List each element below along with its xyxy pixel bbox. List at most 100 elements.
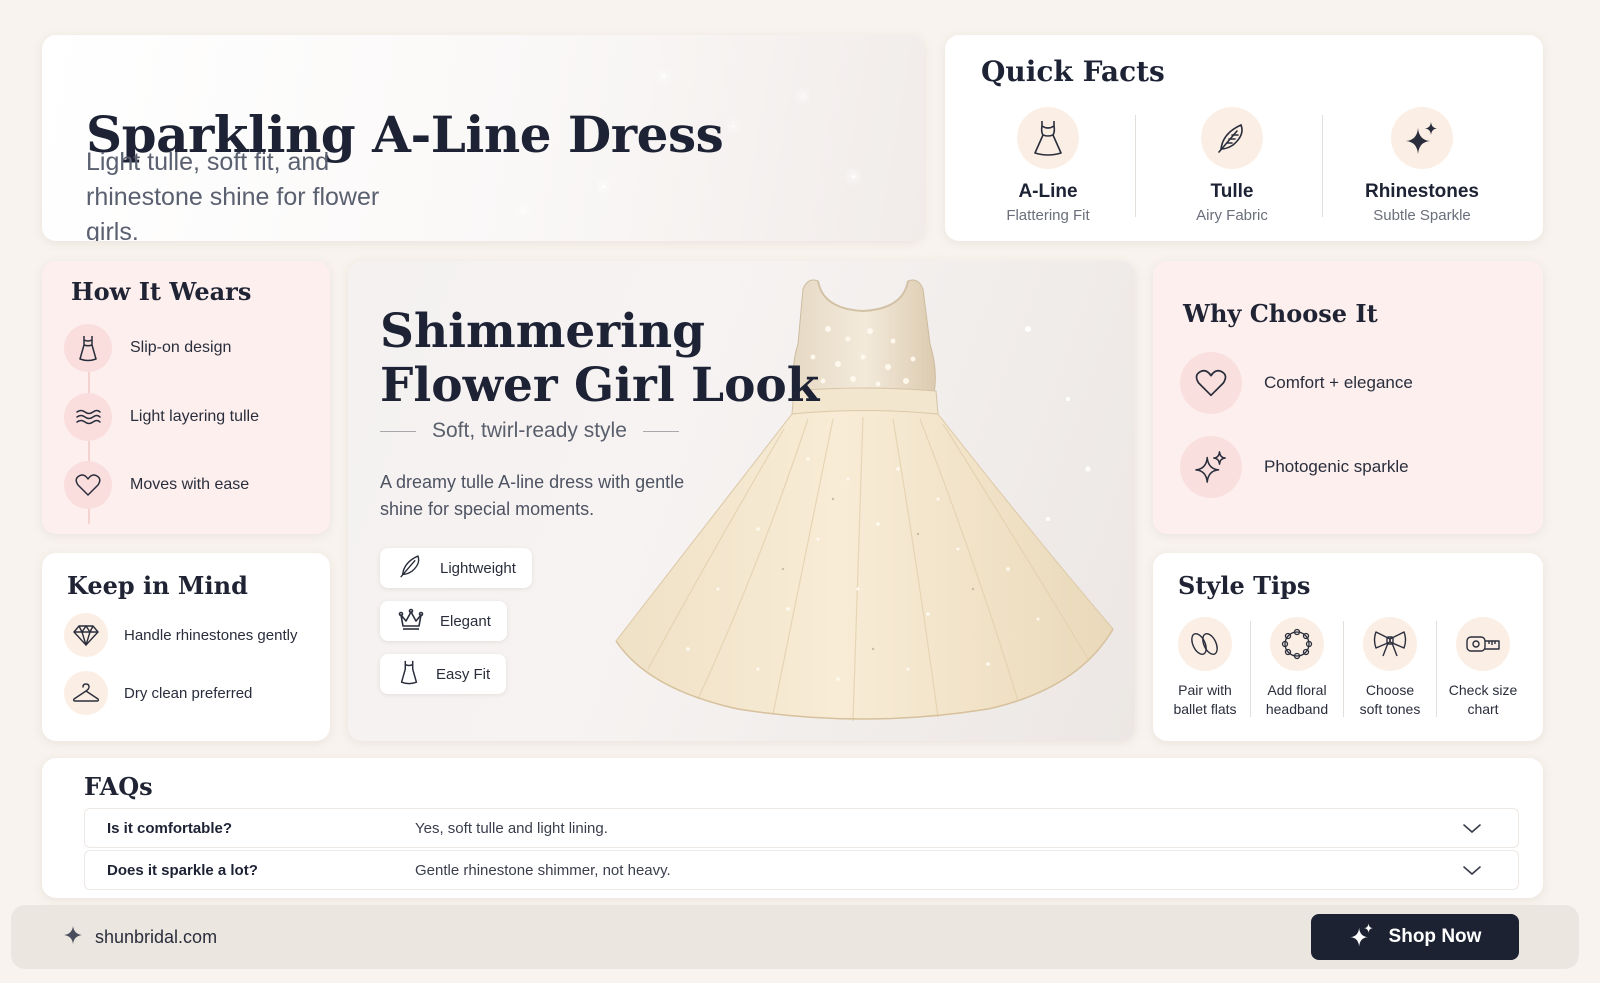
style-tip-floral-headband: Add floral headband — [1252, 617, 1342, 719]
feature-pill-lightweight: Lightweight — [380, 548, 532, 588]
feature-title-line1: Shimmering — [380, 304, 705, 359]
sparkle-decoration — [602, 185, 605, 188]
waves-icon — [64, 393, 112, 441]
divider — [1322, 115, 1323, 217]
divider — [1436, 621, 1437, 717]
list-item: Photogenic sparkle — [1180, 436, 1409, 498]
tip-label-line2: headband — [1265, 701, 1329, 717]
feature-description: A dreamy tulle A-line dress with gentle … — [380, 472, 685, 519]
fact-desc: Flattering Fit — [1006, 207, 1090, 224]
list-item: Moves with ease — [64, 461, 249, 509]
crown-icon — [398, 608, 424, 635]
feature-pill-easy-fit: Easy Fit — [380, 654, 507, 694]
list-item-label: Dry clean preferred — [124, 684, 253, 702]
fact-item-tulle: Tulle Airy Fabric — [1147, 107, 1317, 224]
faq-question: Is it comfortable? — [107, 819, 233, 837]
list-item-label: Slip-on design — [130, 339, 232, 356]
why-choose-heading: Why Choose It — [1183, 299, 1378, 328]
feature-title: Shimmering Flower Girl Look — [380, 305, 819, 413]
ballet-flats-icon — [1178, 617, 1232, 671]
list-item-label: Comfort + elegance — [1264, 373, 1413, 392]
fact-item-a-line: A-Line Flattering Fit — [963, 107, 1133, 224]
fact-name: Rhinestones — [1364, 181, 1480, 202]
faq-item[interactable]: Does it sparkle a lot? Gentle rhinestone… — [84, 850, 1519, 890]
sparkle-decoration — [732, 125, 734, 127]
heart-icon — [64, 461, 112, 509]
list-item-label: Handle rhinestones gently — [124, 626, 298, 644]
pill-label: Lightweight — [440, 559, 516, 577]
tip-label: Choose soft tones — [1345, 681, 1435, 719]
tip-label-line2: chart — [1467, 701, 1499, 717]
floral-headband-icon — [1270, 617, 1324, 671]
feather-icon — [398, 553, 424, 584]
list-item: Dry clean preferred — [64, 671, 252, 715]
diamond-icon — [64, 613, 108, 657]
list-item-label: Moves with ease — [130, 476, 250, 493]
tip-label-line1: Check size — [1448, 682, 1518, 698]
how-it-wears-heading: How It Wears — [71, 277, 252, 306]
feature-tagline-text: Soft, twirl-ready style — [432, 419, 627, 442]
chevron-down-icon[interactable] — [1462, 819, 1482, 842]
faq-heading: FAQs — [84, 772, 153, 801]
why-choose-card: Why Choose It Comfort + elegance Photoge… — [1153, 261, 1543, 534]
tip-label: Add floral headband — [1252, 681, 1342, 719]
faq-answer: Gentle rhinestone shimmer, not heavy. — [415, 861, 671, 879]
sparkle-icon — [1391, 107, 1453, 169]
list-item: Slip-on design — [64, 324, 231, 372]
list-item: Light layering tulle — [64, 393, 259, 441]
quick-facts-heading: Quick Facts — [981, 55, 1165, 88]
tip-label-line1: Pair with — [1178, 682, 1232, 698]
feature-card: Shimmering Flower Girl Look Soft, twirl-… — [348, 261, 1135, 741]
sparkle-decoration — [852, 175, 855, 178]
pill-label: Easy Fit — [436, 665, 491, 683]
site-link[interactable]: shunbridal.com — [63, 925, 217, 950]
faq-card: FAQs Is it comfortable? Yes, soft tulle … — [42, 758, 1543, 898]
fact-name: Tulle — [1210, 181, 1254, 202]
list-item: Comfort + elegance — [1180, 352, 1413, 414]
feather-icon — [1201, 107, 1263, 169]
fact-desc: Airy Fabric — [1196, 207, 1268, 224]
keep-in-mind-card: Keep in Mind Handle rhinestones gently D… — [42, 553, 330, 741]
faq-question: Does it sparkle a lot? — [107, 861, 258, 879]
fact-item-rhinestones: Rhinestones Subtle Sparkle — [1337, 107, 1507, 224]
fact-name: A-Line — [1018, 181, 1078, 202]
dress-icon — [64, 324, 112, 372]
style-tip-size-chart: Check size chart — [1438, 617, 1528, 719]
fact-desc: Subtle Sparkle — [1373, 207, 1471, 224]
feature-title-line2: Flower Girl Look — [380, 358, 820, 413]
divider — [642, 430, 679, 432]
sparkle-decoration — [662, 75, 665, 78]
tip-label: Check size chart — [1438, 681, 1528, 719]
shop-now-button[interactable]: Shop Now — [1311, 914, 1519, 960]
site-url: shunbridal.com — [95, 927, 218, 947]
bow-icon — [1363, 617, 1417, 671]
pill-label: Elegant — [440, 612, 491, 630]
sparkle-decoration — [522, 210, 524, 212]
list-item: Handle rhinestones gently — [64, 613, 297, 657]
page-subtitle: Light tulle, soft fit, and rhinestone sh… — [86, 148, 380, 241]
divider — [380, 430, 416, 432]
divider — [1343, 621, 1344, 717]
faq-answer: Yes, soft tulle and light lining. — [415, 819, 608, 837]
keep-in-mind-heading: Keep in Mind — [67, 571, 248, 600]
list-item-label: Photogenic sparkle — [1264, 457, 1409, 476]
tip-label-line2: ballet flats — [1173, 701, 1237, 717]
feature-pill-elegant: Elegant — [380, 601, 507, 641]
hanger-icon — [64, 671, 108, 715]
style-tip-soft-tones: Choose soft tones — [1345, 617, 1435, 719]
tip-label: Pair with ballet flats — [1160, 681, 1250, 719]
style-tips-heading: Style Tips — [1178, 571, 1311, 600]
feature-tagline: Soft, twirl-ready style — [380, 419, 679, 443]
tip-label-line2: soft tones — [1359, 701, 1421, 717]
measuring-tape-icon — [1456, 617, 1510, 671]
dress-icon — [1017, 107, 1079, 169]
shop-now-label: Shop Now — [1388, 926, 1482, 947]
sparkle-icon — [1180, 436, 1242, 498]
style-tips-card: Style Tips Pair with ballet flats Add fl… — [1153, 553, 1543, 741]
quick-facts-card: Quick Facts A-Line Flattering Fit Tulle … — [945, 35, 1543, 241]
faq-item[interactable]: Is it comfortable? Yes, soft tulle and l… — [84, 808, 1519, 848]
heart-icon — [1180, 352, 1242, 414]
chevron-down-icon[interactable] — [1462, 861, 1482, 884]
dress-icon — [398, 659, 420, 690]
sparkle-icon — [1349, 922, 1375, 953]
